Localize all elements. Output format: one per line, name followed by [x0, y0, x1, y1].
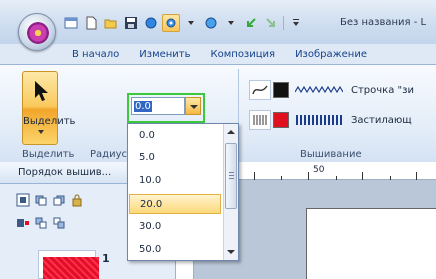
redo-arrow-icon[interactable] [262, 14, 280, 32]
save-icon[interactable] [122, 14, 140, 32]
arrow-cursor-icon [35, 81, 48, 101]
chevron-down-icon[interactable] [182, 14, 200, 32]
merge-objects-icon[interactable] [52, 216, 66, 230]
tab-image[interactable]: Изображение [285, 44, 377, 64]
tab-home[interactable]: В начало [62, 44, 129, 64]
ungroup-objects-icon[interactable] [34, 216, 48, 230]
circle-blue-icon[interactable] [142, 14, 160, 32]
group-objects-icon[interactable] [16, 216, 30, 230]
radius-option[interactable]: 0.0 [129, 126, 221, 146]
application-menu-button[interactable] [18, 13, 56, 51]
group-label-select: Выделить [22, 149, 75, 160]
panel-toolbar-row-2 [16, 214, 66, 232]
panel-toolbar-row-1 [16, 191, 84, 209]
radius-dropdown-button[interactable] [185, 97, 201, 115]
undo-arrow-icon[interactable] [242, 14, 260, 32]
radius-dropdown-list[interactable]: 0.0 5.0 10.0 20.0 30.0 50.0 [127, 123, 239, 261]
tab-edit[interactable]: Изменить [129, 44, 200, 64]
sewing-order-item[interactable] [38, 250, 99, 279]
item-number: 1 [102, 252, 110, 265]
embroidery-row-2: Застилающ [249, 109, 412, 131]
red-embroidery-thumbnail [43, 257, 99, 279]
dropdown-scrollbar[interactable] [223, 124, 238, 260]
fill-color-swatch[interactable] [273, 112, 289, 128]
scrollbar-thumb[interactable] [225, 143, 237, 209]
chevron-down-icon-2[interactable] [222, 14, 240, 32]
chevron-down-icon-select [38, 130, 44, 134]
new-file-icon[interactable] [82, 14, 100, 32]
radius-input[interactable]: 0.0 [131, 97, 185, 115]
toolbar-separator [283, 16, 284, 30]
radius-value: 0.0 [134, 100, 152, 112]
line-stitch-icon[interactable] [249, 80, 271, 100]
sphere-icon[interactable] [202, 14, 220, 32]
select-all-icon[interactable] [16, 193, 30, 207]
move-back-icon[interactable] [52, 193, 66, 207]
line-color-swatch[interactable] [273, 82, 289, 98]
open-folder-icon[interactable] [102, 14, 120, 32]
quick-access-toolbar [62, 13, 305, 33]
ruler-label: 50 [313, 165, 325, 175]
fill-stitch-icon[interactable] [249, 110, 271, 130]
radius-option-highlighted[interactable]: 20.0 [129, 194, 221, 214]
flower-logo-icon [27, 22, 49, 44]
design-page[interactable] [306, 208, 436, 279]
tab-composition[interactable]: Композиция [201, 44, 286, 64]
ribbon-tabs: В начало Изменить Композиция Изображение [62, 44, 377, 64]
gear-settings-icon[interactable] [162, 14, 180, 32]
new-window-icon[interactable] [62, 14, 80, 32]
radius-option[interactable]: 50.0 [129, 240, 221, 260]
window-title: Без названия - L [340, 17, 427, 28]
fill-stitch-name[interactable]: Застилающ [351, 115, 412, 126]
customize-toolbar-icon[interactable] [287, 14, 305, 32]
zigzag-stitch-icon[interactable] [295, 82, 345, 98]
lock-icon[interactable] [70, 193, 84, 207]
radius-option[interactable]: 10.0 [129, 171, 221, 191]
line-stitch-name[interactable]: Строчка "зи [351, 85, 414, 96]
group-label-embroidery: Вышивание [300, 149, 362, 160]
radius-option[interactable]: 30.0 [129, 217, 221, 237]
move-forward-icon[interactable] [34, 193, 48, 207]
select-button-label: Выделить [23, 116, 76, 127]
group-label-radius: Радиус [90, 149, 127, 160]
satin-stitch-icon[interactable] [295, 112, 345, 128]
scroll-down-arrow-icon[interactable] [227, 250, 235, 254]
select-button[interactable]: Выделить [22, 71, 76, 145]
radius-option[interactable]: 5.0 [129, 148, 221, 168]
embroidery-row-1: Строчка "зи [249, 79, 414, 101]
scroll-up-arrow-icon[interactable] [227, 130, 235, 134]
